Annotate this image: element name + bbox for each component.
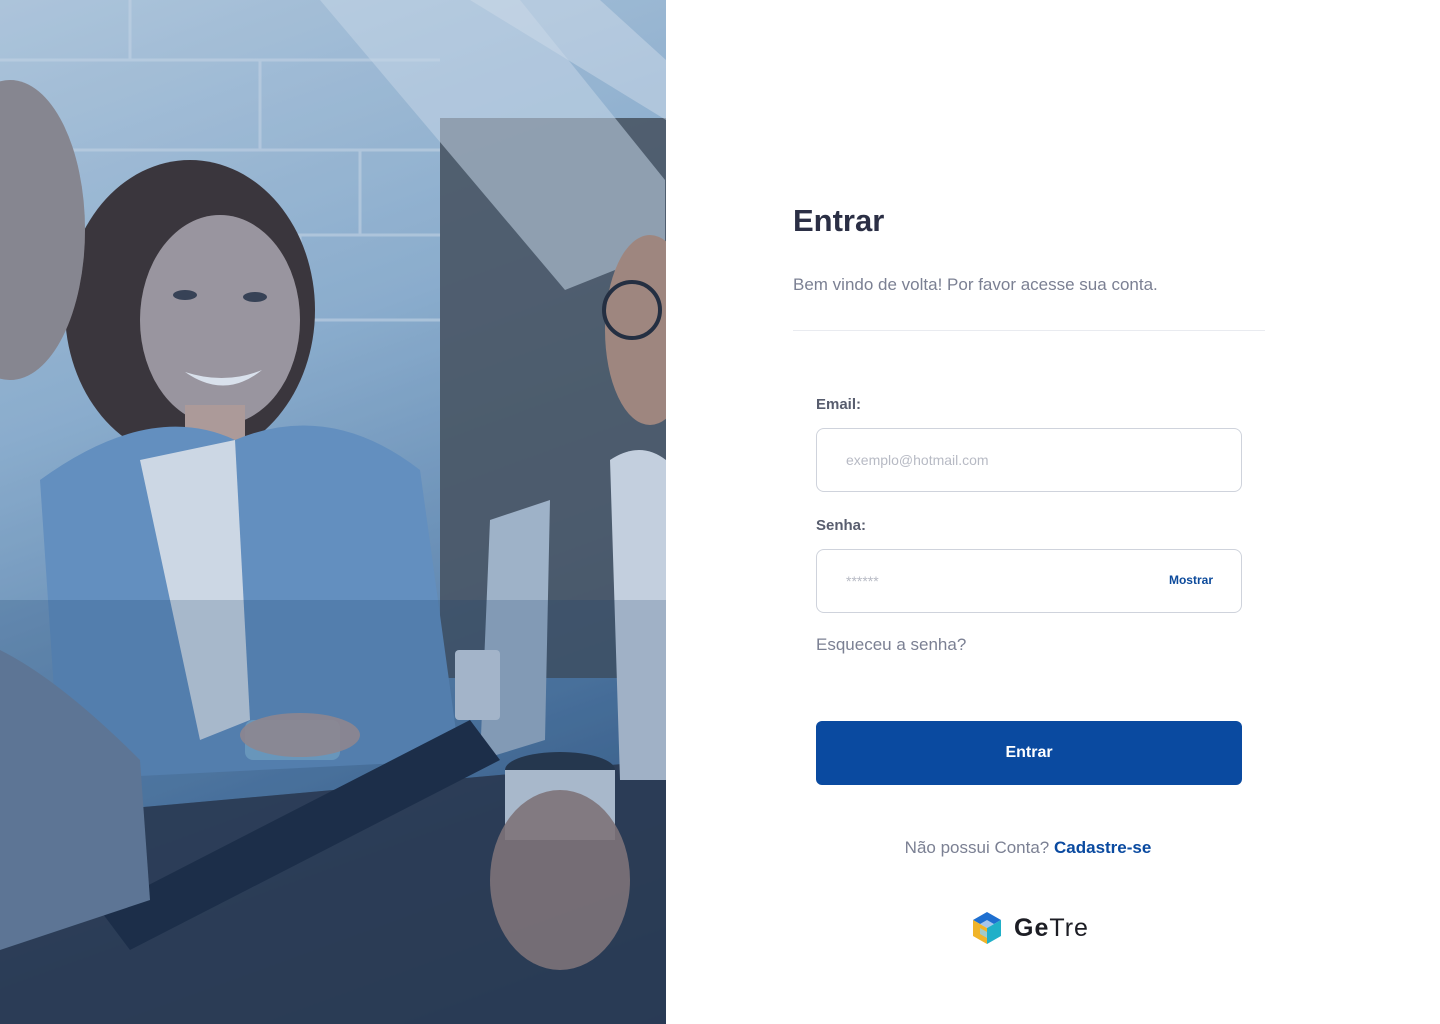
signup-row: Não possui Conta? Cadastre-se xyxy=(666,838,1390,858)
cube-logo-icon xyxy=(973,912,1001,944)
signup-link[interactable]: Cadastre-se xyxy=(1054,838,1151,857)
password-label: Senha: xyxy=(816,517,867,534)
email-field-box xyxy=(816,428,1242,492)
team-photo-illustration xyxy=(0,0,666,1024)
no-account-text: Não possui Conta? xyxy=(904,838,1050,857)
login-button[interactable]: Entrar xyxy=(816,721,1242,785)
show-password-button[interactable]: Mostrar xyxy=(1169,573,1213,587)
brand-name-bold: Ge xyxy=(1014,913,1050,942)
login-panel: Entrar Bem vindo de volta! Por favor ace… xyxy=(666,0,1440,1024)
brand-logo: GeTre xyxy=(970,910,1089,946)
page-title: Entrar xyxy=(793,203,885,238)
brand-name: GeTre xyxy=(1014,914,1089,943)
email-label: Email: xyxy=(816,396,862,413)
forgot-password-link[interactable]: Esqueceu a senha? xyxy=(816,635,966,655)
hero-photo xyxy=(0,0,666,1024)
email-field[interactable] xyxy=(846,429,1146,491)
brand-name-light: Tre xyxy=(1049,913,1089,942)
divider xyxy=(793,330,1265,331)
password-field[interactable] xyxy=(846,550,1146,612)
password-field-box: Mostrar xyxy=(816,549,1242,613)
page-subtitle: Bem vindo de volta! Por favor acesse sua… xyxy=(793,275,1158,294)
